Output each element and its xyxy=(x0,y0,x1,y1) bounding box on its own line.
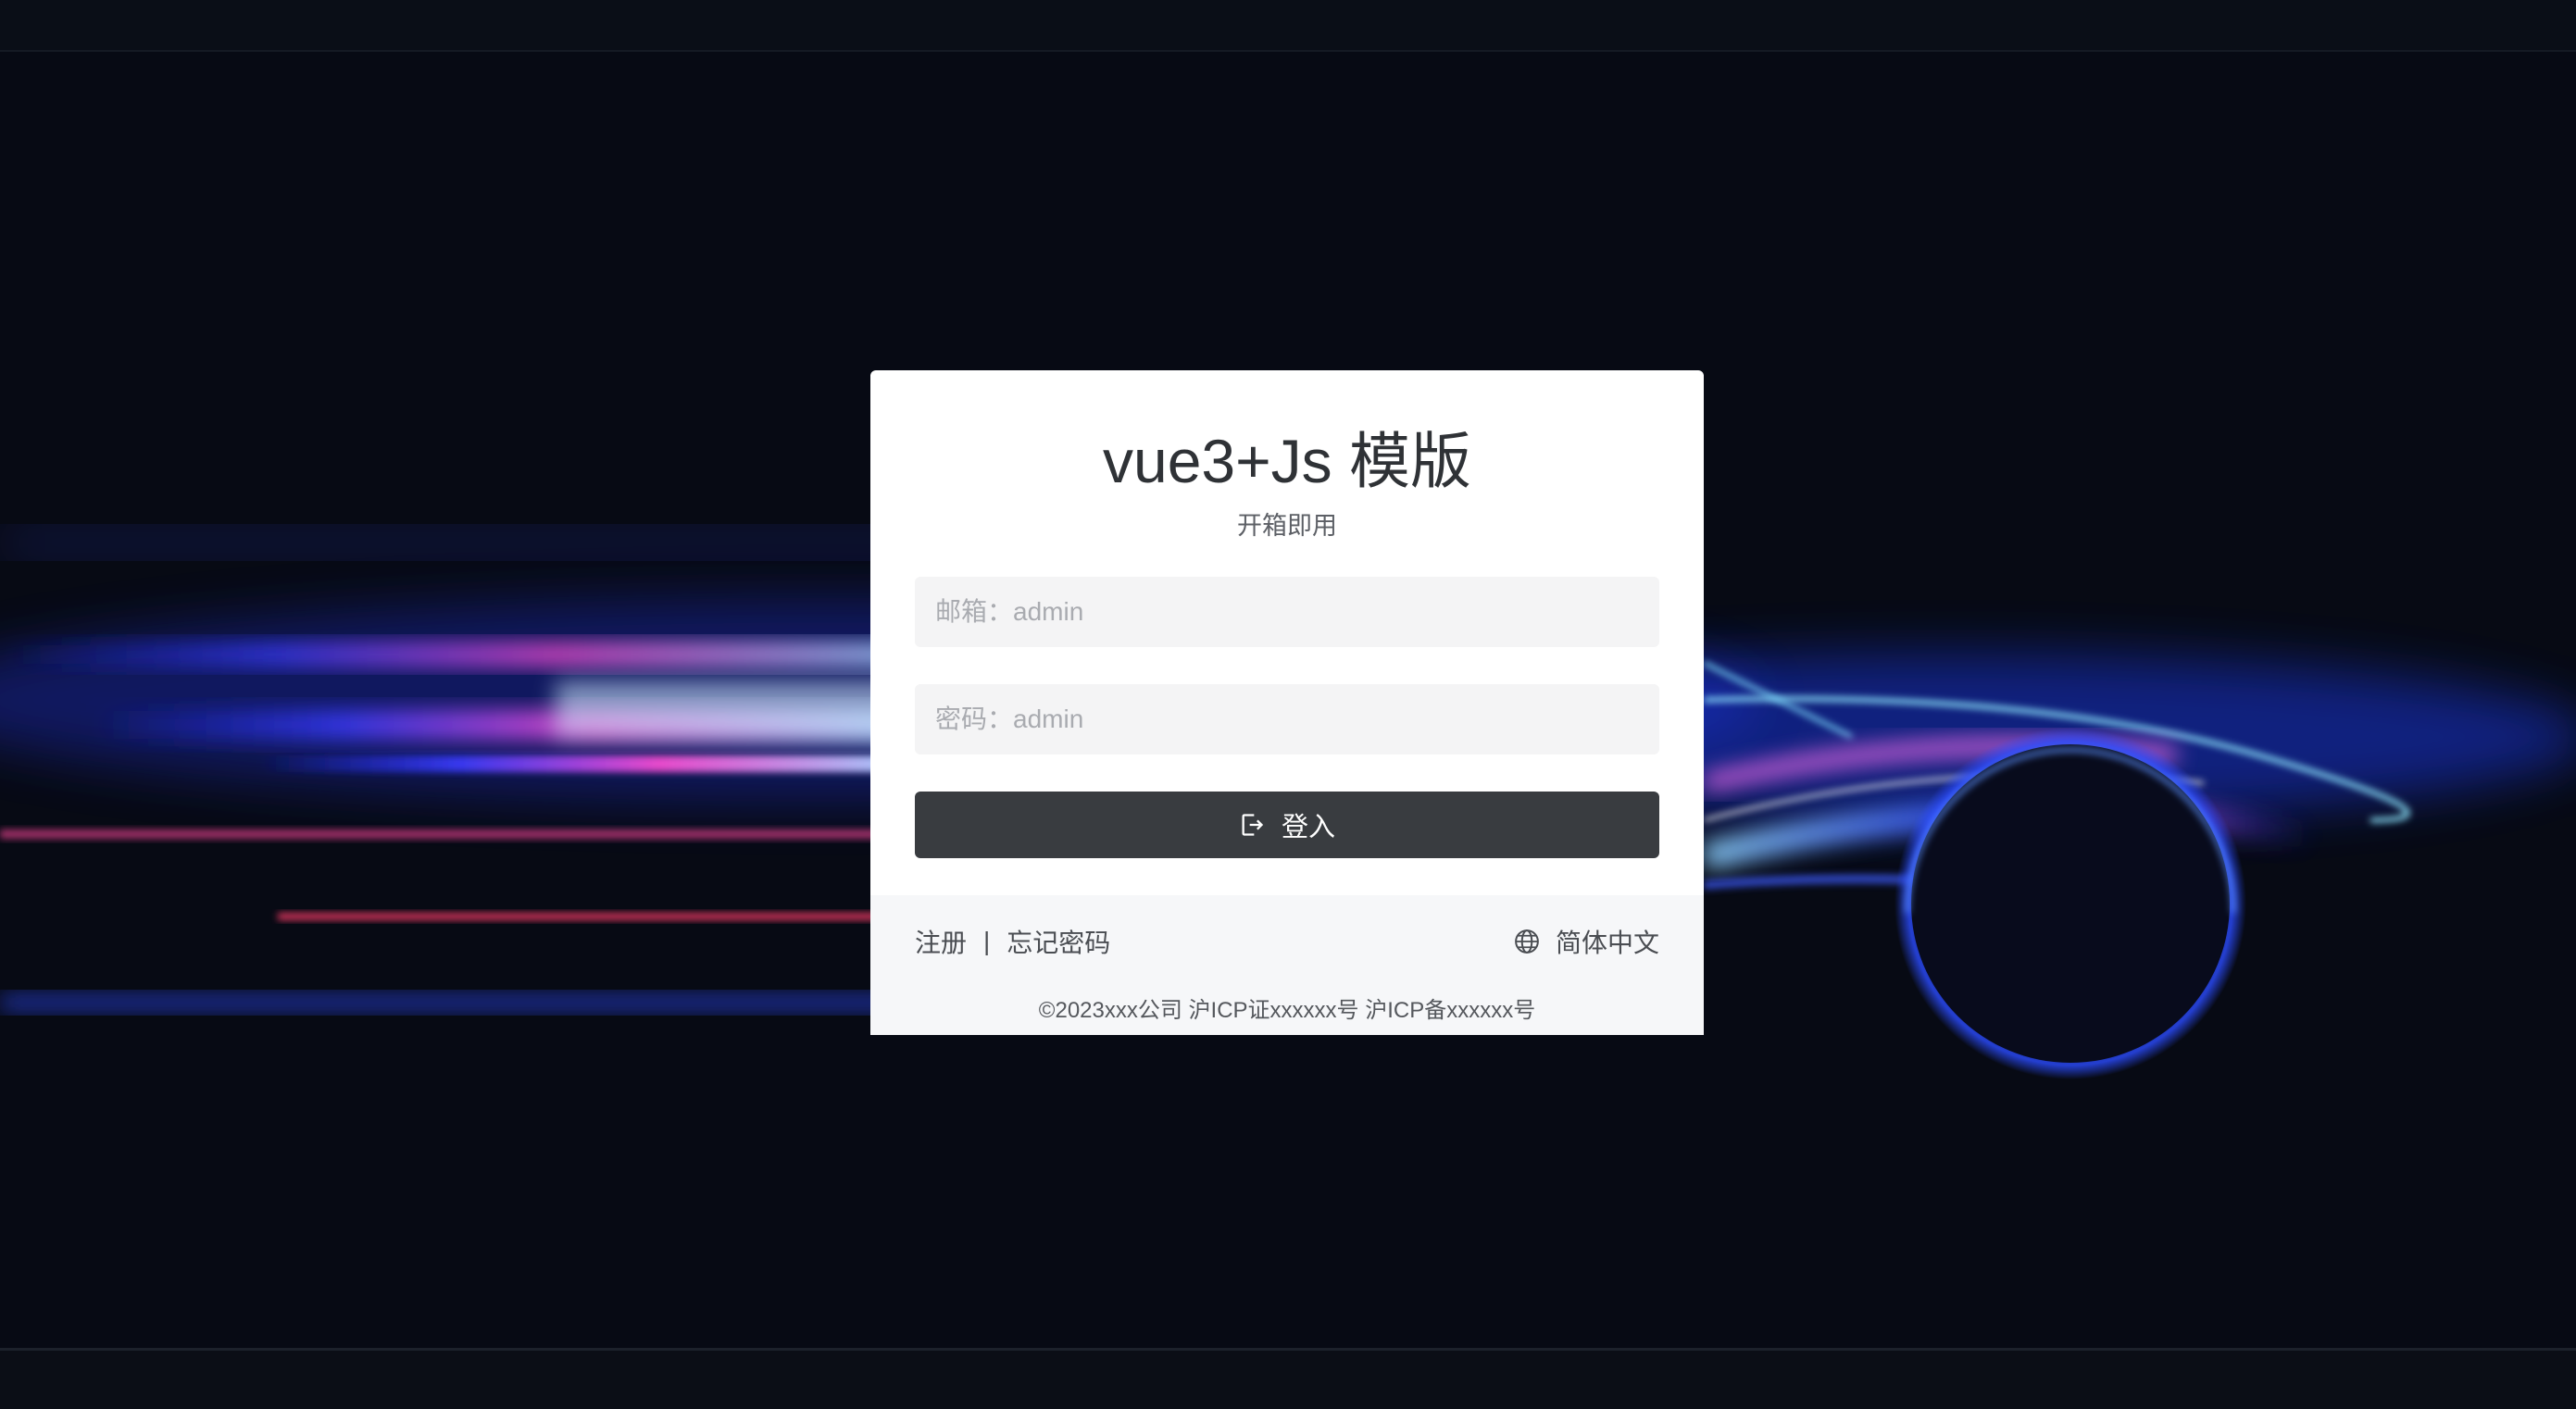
language-switcher[interactable]: 简体中文 xyxy=(1513,923,1659,960)
login-page: vue3+Js 模版 开箱即用 登入 注册 | 忘记密码 xyxy=(0,0,2576,1409)
page-title: vue3+Js 模版 xyxy=(1103,427,1471,495)
forgot-password-link[interactable]: 忘记密码 xyxy=(1007,923,1110,960)
card-footer: 注册 | 忘记密码 简体中文 ©2023xxx公司 沪ICP证xxxxxx号 沪… xyxy=(870,895,1704,1035)
bottom-bar xyxy=(0,1348,2576,1409)
password-field[interactable] xyxy=(915,684,1659,754)
link-separator: | xyxy=(983,927,991,955)
top-bar xyxy=(0,0,2576,52)
login-button[interactable]: 登入 xyxy=(915,792,1659,858)
globe-icon xyxy=(1513,928,1541,955)
login-card: vue3+Js 模版 开箱即用 登入 注册 | 忘记密码 xyxy=(870,370,1704,1035)
email-field[interactable] xyxy=(915,577,1659,647)
language-label: 简体中文 xyxy=(1555,929,1659,957)
login-button-label: 登入 xyxy=(1281,813,1335,842)
login-icon xyxy=(1239,812,1265,838)
page-subtitle: 开箱即用 xyxy=(1237,512,1337,540)
footer-links: 注册 | 忘记密码 xyxy=(915,923,1110,960)
register-link[interactable]: 注册 xyxy=(915,923,967,960)
copyright-text: ©2023xxx公司 沪ICP证xxxxxx号 沪ICP备xxxxxx号 xyxy=(1038,998,1536,1023)
